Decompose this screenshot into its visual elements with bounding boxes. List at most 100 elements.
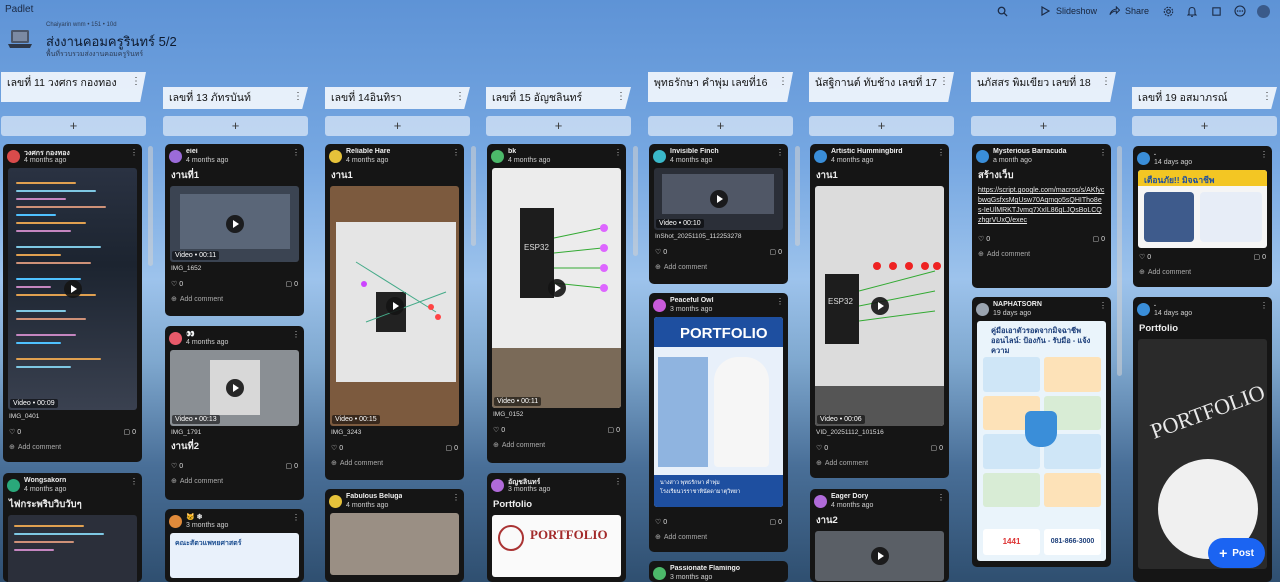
column-header[interactable]: พุทธรักษา คำพุ่ม เลขที่16 ⋮	[648, 72, 793, 102]
image-thumbnail[interactable]: PORTFOLIO	[1138, 339, 1267, 569]
comment-count-button[interactable]: ▢ 0	[770, 248, 782, 256]
column-header[interactable]: เลขที่ 15 อัญชลินทร์ ⋮	[486, 72, 631, 109]
video-thumbnail[interactable]: ESP32 Video • 00:06	[815, 186, 944, 426]
video-thumbnail[interactable]: Video • 00:10	[654, 168, 783, 230]
column-header[interactable]: เลขที่ 14อินทิรา ⋮	[325, 72, 470, 109]
play-icon[interactable]	[547, 279, 566, 297]
column-menu-icon[interactable]: ⋮	[1262, 90, 1272, 104]
post-card[interactable]: . 14 days ago ⋮ เตือนภัย!! มิจฉาชีพ ♡ 0 ▢ 0…	[1133, 146, 1272, 287]
column-menu-icon[interactable]: ⋮	[455, 90, 465, 104]
video-thumbnail[interactable]: Video • 00:09	[8, 168, 137, 410]
column-header[interactable]: เลขที่ 13 ภัทรบันท์ ⋮	[163, 72, 308, 109]
add-comment[interactable]: ⊕ Add comment	[972, 248, 1111, 262]
post-card[interactable]: Peaceful Owl 3 months ago ⋮ PORTFOLIO นางส…	[649, 293, 788, 552]
post-card[interactable]: NAPHATSORN 19 days ago ⋮ คู่มือเอาตัวรอดจา…	[972, 297, 1111, 567]
post-card[interactable]: Passionate Flamingo 3 months ago	[649, 561, 788, 582]
post-menu-icon[interactable]: ⋮	[776, 148, 784, 157]
like-button[interactable]: ♡ 0	[655, 518, 667, 526]
column-menu-icon[interactable]: ⋮	[131, 75, 141, 89]
column-menu-icon[interactable]: ⋮	[939, 75, 949, 89]
like-button[interactable]: ♡ 0	[978, 235, 990, 243]
post-button[interactable]: + Post	[1208, 538, 1265, 568]
post-menu-icon[interactable]: ⋮	[292, 330, 300, 339]
like-button[interactable]: ♡ 0	[816, 444, 828, 452]
slideshow-button[interactable]: Slideshow	[1033, 2, 1102, 20]
like-button[interactable]: ♡ 0	[655, 248, 667, 256]
image-thumbnail[interactable]: คู่มือเอาตัวรอดจากมิจฉาชีพออนไลน์: ป้องก…	[977, 321, 1106, 561]
like-button[interactable]: ♡ 0	[331, 444, 343, 452]
like-button[interactable]: ♡ 0	[9, 428, 21, 436]
post-card[interactable]: eiei 4 months ago ⋮ งานที่1 Video • 00:11 …	[165, 144, 304, 316]
post-card[interactable]: วงศกร กองทอง 4 months ago ⋮ Video • 00:09	[3, 144, 142, 462]
comment-count-button[interactable]: ▢ 0	[1254, 253, 1266, 261]
post-card[interactable]: Eager Dory 4 months ago ⋮ งาน2	[810, 489, 949, 582]
like-button[interactable]: ♡ 0	[171, 280, 183, 288]
comment-count-button[interactable]: ▢ 0	[770, 518, 782, 526]
column-scrollbar[interactable]	[795, 146, 800, 246]
column-scrollbar[interactable]	[1117, 146, 1122, 376]
account-avatar[interactable]	[1252, 2, 1275, 20]
post-menu-icon[interactable]: ⋮	[130, 148, 138, 157]
comment-count-button[interactable]: ▢ 0	[286, 280, 298, 288]
add-post-button[interactable]: +	[648, 116, 793, 136]
column-scrollbar[interactable]	[148, 146, 153, 266]
add-comment[interactable]: ⊕ Add comment	[3, 441, 142, 455]
post-card[interactable]: Mysterious Barracuda a month ago ⋮ สร้างเว…	[972, 144, 1111, 288]
post-card[interactable]: Wongsakorn 4 months ago ⋮ ไฟกระพริบวิบวับๆ	[3, 473, 142, 582]
video-thumbnail[interactable]: ESP32 Video • 00:11	[492, 168, 621, 408]
settings-button[interactable]	[1156, 2, 1180, 20]
column-scrollbar[interactable]	[633, 146, 638, 256]
add-comment[interactable]: ⊕ Add comment	[810, 457, 949, 471]
column-menu-icon[interactable]: ⋮	[616, 90, 626, 104]
image-thumbnail[interactable]: PORTFOLIO นางสาว พุทธรักษา คำพุ่ม โรงเรี…	[654, 317, 783, 507]
post-menu-icon[interactable]: ⋮	[292, 513, 300, 522]
app-logo[interactable]: Padlet	[5, 4, 33, 15]
comment-count-button[interactable]: ▢ 0	[931, 444, 943, 452]
add-post-button[interactable]: +	[163, 116, 308, 136]
column-menu-icon[interactable]: ⋮	[293, 90, 303, 104]
column-menu-icon[interactable]: ⋮	[1101, 75, 1111, 89]
video-thumbnail[interactable]: Video • 00:13	[170, 350, 299, 426]
post-card[interactable]: อัญชลินทร์ 3 months ago ⋮ Portfolio PORTFO…	[487, 473, 626, 582]
add-comment[interactable]: ⊕ Add comment	[649, 261, 788, 275]
post-card[interactable]: 👀 4 months ago ⋮ Video • 00:13 IMG_1791 งา…	[165, 326, 304, 500]
add-post-button[interactable]: +	[809, 116, 954, 136]
post-menu-icon[interactable]: ⋮	[776, 297, 784, 306]
video-thumbnail[interactable]: Video • 00:15	[330, 186, 459, 426]
play-icon[interactable]	[225, 215, 244, 233]
column-scrollbar[interactable]	[471, 146, 476, 246]
post-card[interactable]: Reliable Hare 4 months ago ⋮ งาน1 Video • …	[325, 144, 464, 480]
share-button[interactable]: Share	[1102, 2, 1154, 20]
add-post-button[interactable]: +	[1, 116, 146, 136]
column-header[interactable]: เลขที่ 11 วงศกร กองทอง ⋮	[1, 72, 146, 102]
add-comment[interactable]: ⊕ Add comment	[165, 475, 304, 489]
column-header[interactable]: เลขที่ 19 อสมาภรณ์ ⋮	[1132, 72, 1277, 109]
comment-count-button[interactable]: ▢ 0	[286, 462, 298, 470]
add-comment[interactable]: ⊕ Add comment	[165, 293, 304, 307]
image-thumbnail[interactable]: คณะสัตวแพทยศาสตร์	[170, 533, 299, 578]
remake-button[interactable]	[1204, 2, 1228, 20]
play-icon[interactable]	[870, 547, 889, 565]
post-card[interactable]: bk 4 months ago ⋮ ESP32 Video • 00:11 IMG_…	[487, 144, 626, 463]
add-comment[interactable]: ⊕ Add comment	[487, 439, 626, 453]
comment-count-button[interactable]: ▢ 0	[608, 426, 620, 434]
add-post-button[interactable]: +	[971, 116, 1116, 136]
notifications-button[interactable]	[1180, 2, 1204, 20]
comment-count-button[interactable]: ▢ 0	[1093, 235, 1105, 243]
column-menu-icon[interactable]: ⋮	[778, 75, 788, 89]
add-comment[interactable]: ⊕ Add comment	[1133, 266, 1272, 280]
add-comment[interactable]: ⊕ Add comment	[325, 457, 464, 471]
post-menu-icon[interactable]: ⋮	[1099, 301, 1107, 310]
like-button[interactable]: ♡ 0	[171, 462, 183, 470]
post-card[interactable]: 🐱 ❄ 3 months ago ⋮ คณะสัตวแพทยศาสตร์	[165, 509, 304, 582]
comment-count-button[interactable]: ▢ 0	[446, 444, 458, 452]
post-menu-icon[interactable]: ⋮	[292, 148, 300, 157]
play-icon[interactable]	[870, 297, 889, 315]
post-menu-icon[interactable]: ⋮	[937, 493, 945, 502]
post-card[interactable]: Artistic Hummingbird 4 months ago ⋮ งาน1 E…	[810, 144, 949, 478]
more-button[interactable]	[1228, 2, 1252, 20]
play-icon[interactable]	[63, 280, 82, 298]
post-card[interactable]: Fabulous Beluga 4 months ago ⋮	[325, 489, 464, 582]
like-button[interactable]: ♡ 0	[493, 426, 505, 434]
play-icon[interactable]	[709, 190, 728, 208]
